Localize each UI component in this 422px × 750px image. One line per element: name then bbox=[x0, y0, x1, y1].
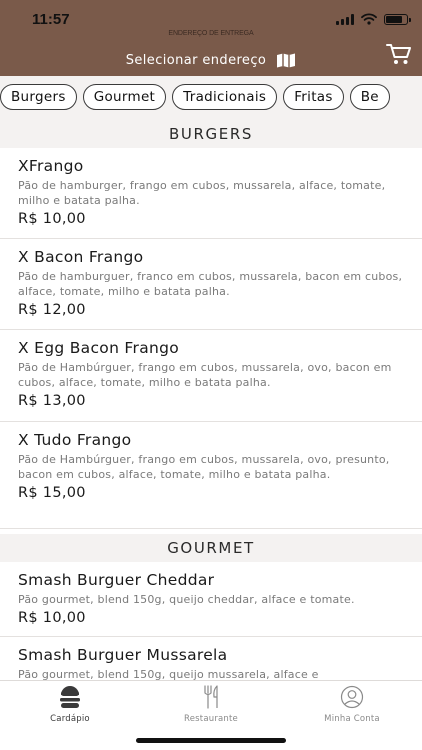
battery-level-fill bbox=[386, 15, 402, 23]
section-header-gourmet: GOURMET bbox=[0, 534, 422, 562]
item-description: Pão de hamburger, frango em cubos, mussa… bbox=[18, 179, 386, 207]
category-chip[interactable]: Fritas bbox=[283, 84, 344, 110]
menu-item[interactable]: X Tudo Frango Pão de Hambúrguer, frango … bbox=[0, 422, 422, 529]
address-label: Selecionar endereço bbox=[125, 53, 267, 68]
tab-label: Minha Conta bbox=[324, 714, 380, 724]
cellular-signal-icon bbox=[336, 13, 354, 25]
user-icon bbox=[340, 685, 364, 709]
menu-item[interactable]: X Bacon Frango Pão de hamburguer, franco… bbox=[0, 239, 422, 330]
item-price: R$ 12,00 bbox=[18, 302, 86, 318]
wifi-icon bbox=[361, 13, 377, 25]
item-name: X Tudo Frango bbox=[18, 431, 132, 449]
item-name: Smash Burguer Mussarela bbox=[18, 646, 228, 664]
cart-icon[interactable] bbox=[386, 42, 412, 66]
cutlery-icon bbox=[204, 685, 218, 709]
item-price: R$ 15,00 bbox=[18, 485, 86, 501]
menu-item[interactable]: XFrango Pão de hamburger, frango em cubo… bbox=[0, 148, 422, 239]
item-description: Pão gourmet, blend 150g, queijo cheddar,… bbox=[18, 593, 355, 606]
item-price: R$ 13,00 bbox=[18, 393, 86, 409]
menu-burger-icon bbox=[60, 686, 80, 708]
select-address-button[interactable]: Selecionar endereço bbox=[0, 53, 422, 68]
category-chips: Burgers Gourmet Tradicionais Fritas Be bbox=[0, 84, 390, 110]
category-chip[interactable]: Be bbox=[349, 84, 390, 110]
tab-label: Cardápio bbox=[50, 714, 90, 724]
item-name: Smash Burguer Cheddar bbox=[18, 571, 215, 589]
home-indicator bbox=[136, 738, 286, 743]
menu-item[interactable]: Smash Burguer Cheddar Pão gourmet, blend… bbox=[0, 562, 422, 637]
section-header-burgers: BURGERS bbox=[0, 120, 422, 148]
item-name: XFrango bbox=[18, 157, 84, 175]
category-chip[interactable]: Burgers bbox=[0, 84, 77, 110]
category-chip[interactable]: Gourmet bbox=[82, 84, 167, 110]
map-icon bbox=[277, 53, 296, 68]
app-screen: 11:57 ENDEREÇO DE ENTREGA Selecionar end… bbox=[0, 0, 422, 750]
category-bar: Burgers Gourmet Tradicionais Fritas Be bbox=[0, 76, 422, 120]
menu-item[interactable]: X Egg Bacon Frango Pão de Hambúrguer, fr… bbox=[0, 330, 422, 422]
delivery-caption: ENDEREÇO DE ENTREGA bbox=[168, 30, 254, 37]
tab-minha-conta[interactable]: Minha Conta bbox=[282, 685, 422, 727]
item-description: Pão de hamburguer, franco em cubos, muss… bbox=[18, 270, 403, 298]
tab-cardapio[interactable]: Cardápio bbox=[0, 685, 140, 727]
item-price: R$ 10,00 bbox=[18, 211, 86, 227]
tab-restaurante[interactable]: Restaurante bbox=[141, 685, 281, 727]
item-name: X Bacon Frango bbox=[18, 248, 144, 266]
item-name: X Egg Bacon Frango bbox=[18, 339, 180, 357]
item-description: Pão de Hambúrguer, frango em cubos, muss… bbox=[18, 453, 390, 481]
status-time: 11:57 bbox=[32, 11, 70, 28]
status-icons bbox=[336, 12, 411, 26]
header: 11:57 ENDEREÇO DE ENTREGA Selecionar end… bbox=[0, 0, 422, 76]
item-description: Pão de Hambúrguer, frango em cubos, muss… bbox=[18, 361, 392, 389]
tab-label: Restaurante bbox=[184, 714, 238, 724]
battery-icon bbox=[384, 13, 411, 25]
item-price: R$ 10,00 bbox=[18, 610, 86, 626]
category-chip[interactable]: Tradicionais bbox=[172, 84, 278, 110]
